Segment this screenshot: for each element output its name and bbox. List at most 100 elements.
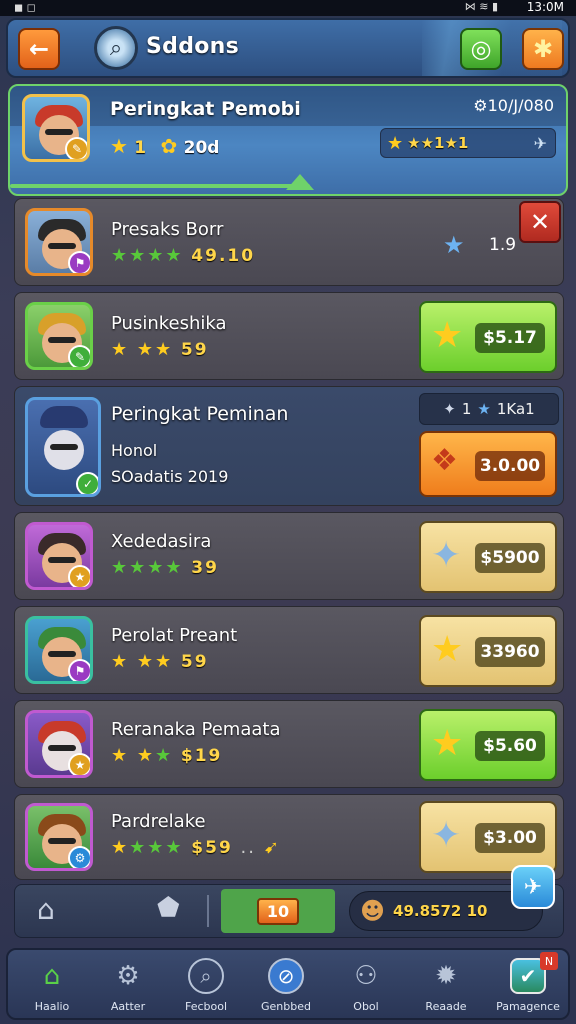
- list-item[interactable]: ⚑ Presaks Borr ★★★★ 49.10 ★ 1.9 ✕: [14, 198, 564, 286]
- nav-item-shield[interactable]: ✔ Pamagence N: [490, 950, 566, 1022]
- row-score: 59: [180, 652, 209, 672]
- chest-label: 10: [256, 897, 300, 925]
- search-icon[interactable]: ⌕: [94, 26, 138, 70]
- back-arrow-icon: ←: [28, 35, 50, 63]
- badge-value: 1Ka1: [496, 400, 535, 418]
- currency-display: ⚙10/J/080: [473, 96, 554, 115]
- plane-icon: ✈: [523, 874, 543, 900]
- featured-badge: ✦ 1 ★ 1Ka1: [419, 393, 559, 425]
- price-label: 3.0.00: [475, 451, 545, 481]
- close-button[interactable]: ✕: [519, 201, 561, 243]
- badge-count: 1: [461, 400, 472, 418]
- tag-icon[interactable]: ⬟: [157, 893, 180, 923]
- page-title: Sddons: [146, 34, 240, 59]
- nav-item-compass[interactable]: ⊘ Genbbed: [248, 950, 324, 1022]
- list-item[interactable]: ⚑ Perolat Preant ★ ★★ 59 ★ 33960: [14, 606, 564, 694]
- player-profile-card[interactable]: ✎ Peringkat Pemobi ⚙10/J/080 ★ 1 ✿ 20d ★…: [8, 84, 568, 196]
- wand-icon: ✦: [431, 535, 462, 576]
- wand-icon: ✦: [431, 815, 462, 856]
- price-label: 33960: [475, 637, 545, 667]
- status-time: 13:0M: [526, 0, 564, 14]
- chat-button[interactable]: ◎: [460, 28, 502, 70]
- badge-icon: ⚑: [68, 659, 90, 681]
- avatar: ⚙: [25, 803, 93, 871]
- rank-display[interactable]: ★ ★★1★1 ✈: [380, 128, 556, 158]
- star-count: 1: [134, 138, 147, 158]
- avatar: ⚑: [25, 616, 93, 684]
- home-icon[interactable]: ⌂: [37, 893, 55, 926]
- featured-item[interactable]: ✓ Peringkat Peminan Honol SOadatis 2019 …: [14, 386, 564, 506]
- row-extra: ..: [240, 837, 256, 858]
- chest-button[interactable]: 10: [221, 889, 335, 933]
- status-left-icons: ◼ ◻: [14, 1, 36, 14]
- price-label: $5.60: [475, 731, 545, 761]
- list-item[interactable]: ✎ Pusinkeshika ★ ★★ 59 ★ $5.17: [14, 292, 564, 380]
- nav-item-settings[interactable]: ⚙ Aatter: [90, 950, 166, 1022]
- close-icon: ✕: [529, 208, 551, 236]
- profile-stats: ★ 1 ✿ 20d: [110, 134, 219, 158]
- star-icon: ★: [110, 134, 128, 158]
- row-name: Presaks Borr: [111, 219, 224, 240]
- star-icon: ★: [443, 231, 465, 259]
- nav-label: Reaade: [425, 1000, 467, 1013]
- cog-icon: ✹: [435, 961, 457, 991]
- avatar: ✎: [25, 302, 93, 370]
- buy-button[interactable]: ★ $5.60: [419, 709, 557, 781]
- row-score: 59: [180, 340, 209, 360]
- status-right-icons: ⋈ ≋ ▮: [464, 0, 498, 13]
- buy-button[interactable]: ❖ 3.0.00: [419, 431, 557, 497]
- rank-text: ★★1★1: [407, 134, 469, 152]
- row-value: 1.9: [489, 235, 517, 255]
- back-button[interactable]: ←: [18, 28, 60, 70]
- pencil-icon: ✎: [65, 137, 87, 159]
- nav-label: Aatter: [110, 1000, 146, 1013]
- row-name: Pusinkeshika: [111, 313, 227, 334]
- gear-icon: ✦: [443, 400, 456, 418]
- rating-stars: ★ ★★ 59: [111, 339, 209, 360]
- nav-label: Obol: [353, 1000, 379, 1013]
- notification-badge: N: [540, 952, 558, 970]
- gear-icon: ✿: [160, 134, 178, 158]
- buy-button[interactable]: ✦ $5900: [419, 521, 557, 593]
- list-item[interactable]: ★ Reranaka Pemaata ★ ★★ $19 ★ $5.60: [14, 700, 564, 788]
- coin-value: 49.8572 10: [393, 902, 488, 920]
- buy-button[interactable]: ★ $5.17: [419, 301, 557, 373]
- row-score: 39: [191, 558, 219, 578]
- check-icon: ✓: [76, 472, 98, 494]
- plane-button[interactable]: ✈: [511, 865, 555, 909]
- row-score: $19: [180, 746, 223, 766]
- star-icon: ★: [477, 400, 491, 418]
- nav-item-search[interactable]: ⌕ Fecbool: [168, 950, 244, 1022]
- header-bar: ← ⌕ Sddons ◎ ✱: [6, 18, 570, 78]
- featured-date: SOadatis 2019: [111, 467, 229, 486]
- nav-item-robot[interactable]: ⚇ Obol: [328, 950, 404, 1022]
- rating-stars: ★★★★ 39: [111, 557, 219, 578]
- bottom-nav: ⌂ Haalio ⚙ Aatter ⌕ Fecbool ⊘ Genbbed ⚇ …: [6, 948, 570, 1020]
- buy-button[interactable]: ✦ $3.00: [419, 801, 557, 873]
- nav-item-cog[interactable]: ✹ Reaade: [408, 950, 484, 1022]
- list-item[interactable]: ★ Xededasira ★★★★ 39 ✦ $5900: [14, 512, 564, 600]
- nav-item-home[interactable]: ⌂ Haalio: [14, 950, 90, 1022]
- avatar: ✓: [25, 397, 101, 497]
- rating-stars: ★ ★★ $19: [111, 745, 223, 766]
- arrow-icon: ✈: [533, 133, 547, 153]
- divider: [207, 895, 209, 927]
- nav-label: Pamagence: [496, 1000, 560, 1013]
- star-wand-icon: ★: [431, 315, 464, 356]
- row-name: Perolat Preant: [111, 625, 238, 646]
- puzzle-button[interactable]: ✱: [522, 28, 564, 70]
- coin-face-icon: ☻: [360, 897, 386, 925]
- row-name: Reranaka Pemaata: [111, 719, 281, 740]
- price-label: $3.00: [475, 823, 545, 853]
- featured-subtitle: Honol: [111, 441, 158, 460]
- list-item[interactable]: ⚙ Pardrelake ★★★★ $59 .. ➹ ✦ $3.00: [14, 794, 564, 880]
- row-name: Pardrelake: [111, 811, 206, 832]
- row-name: Xededasira: [111, 531, 212, 552]
- chat-icon: ◎: [470, 35, 492, 63]
- currency-value: 10/J/080: [487, 96, 554, 115]
- rating-stars: ★★★★ 49.10: [111, 245, 256, 266]
- row-score: 49.10: [191, 246, 256, 266]
- buy-button[interactable]: ★ 33960: [419, 615, 557, 687]
- robot-icon: ⚇: [354, 961, 378, 991]
- gear-icon: ⚙: [116, 961, 140, 991]
